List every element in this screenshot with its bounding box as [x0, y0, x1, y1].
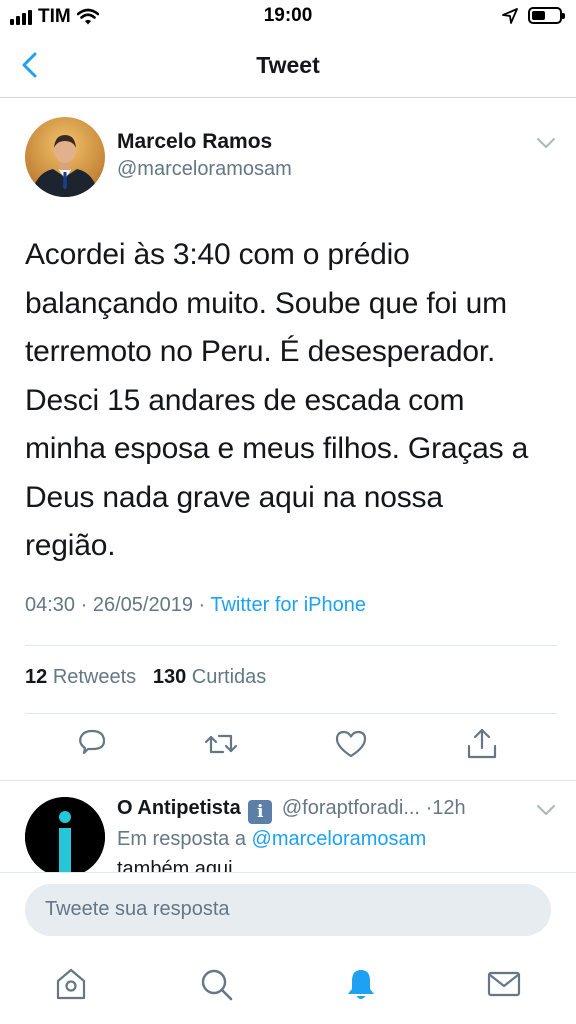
section-divider	[0, 780, 576, 781]
tweet-source-link[interactable]: Twitter for iPhone	[210, 594, 366, 616]
tweet-text-line: minha esposa e meus filhos. Graças a	[25, 432, 529, 465]
tweet-text-line: terremoto no Peru. É desesperador.	[25, 335, 496, 368]
reply-author-handle[interactable]: @foraptforadi...	[282, 797, 420, 819]
reply-context: Em resposta a @marceloramosam	[117, 828, 426, 851]
author-name[interactable]: Marcelo Ramos	[117, 130, 272, 154]
status-bar: TIM 19:00	[0, 0, 576, 32]
info-emoji-icon: i	[248, 800, 273, 824]
tweet-time: 04:30	[25, 594, 76, 616]
chevron-down-icon[interactable]	[536, 136, 556, 150]
author-avatar[interactable]	[25, 117, 105, 197]
reply-icon[interactable]	[74, 726, 110, 762]
status-time: 19:00	[263, 5, 313, 26]
tweet-text-line: Deus nada grave aqui na nossa	[25, 480, 443, 514]
like-icon[interactable]	[333, 726, 369, 762]
tweet-meta: 04:30 · 26/05/2019 · Twitter for iPhone	[25, 594, 366, 617]
page-title: Tweet	[256, 52, 320, 78]
tweet-text: Acordei às 3:40 com o prédio balançando …	[25, 231, 555, 571]
messages-icon[interactable]	[486, 966, 522, 1002]
reply-author-name[interactable]: O Antipetista	[117, 797, 241, 819]
tab-bar	[0, 948, 576, 1024]
likes-stat[interactable]: 130 Curtidas	[153, 666, 266, 688]
reply-age: 12h	[432, 797, 466, 819]
divider	[25, 713, 557, 714]
status-right	[502, 7, 565, 24]
reply-prefix: Em resposta a	[117, 828, 246, 850]
meta-separator: ·	[80, 594, 93, 616]
share-icon[interactable]	[464, 726, 500, 762]
meta-separator: ·	[198, 594, 211, 616]
reply-avatar[interactable]	[25, 797, 105, 877]
notifications-icon[interactable]	[343, 966, 379, 1002]
tweet-text-line: balançando muito. Soube que foi um	[25, 286, 507, 320]
retweets-count: 12	[25, 666, 48, 688]
tweet-actions	[0, 726, 576, 770]
reply-header: O Antipetista i @foraptforadi... ·12h	[117, 797, 537, 824]
chevron-down-icon[interactable]	[536, 803, 556, 817]
tweet-text-line: Desci 15 andares de escada com	[25, 383, 465, 417]
tweet-date: 26/05/2019	[92, 594, 193, 616]
reply-mention-link[interactable]: @marceloramosam	[252, 828, 427, 850]
retweets-stat[interactable]: 12 Retweets	[25, 666, 136, 688]
reply-compose-input[interactable]: Tweete sua resposta	[25, 884, 551, 936]
location-icon	[502, 7, 518, 24]
tweet-text-line: Acordei às 3:40 com o prédio	[25, 238, 410, 271]
retweet-icon[interactable]	[203, 726, 239, 762]
retweets-label: Retweets	[52, 666, 137, 688]
home-icon[interactable]	[53, 966, 89, 1002]
divider	[25, 645, 557, 646]
reply-text: também aqui ...	[117, 858, 255, 872]
tweet-stats: 12 Retweets 130 Curtidas	[25, 666, 266, 689]
search-icon[interactable]	[198, 966, 234, 1002]
author-handle[interactable]: @marceloramosam	[117, 158, 292, 181]
likes-count: 130	[152, 666, 187, 688]
likes-label: Curtidas	[191, 666, 267, 688]
navigation-bar: Tweet	[0, 32, 576, 98]
battery-icon	[528, 7, 565, 24]
tweet-text-line: região.	[25, 529, 116, 562]
